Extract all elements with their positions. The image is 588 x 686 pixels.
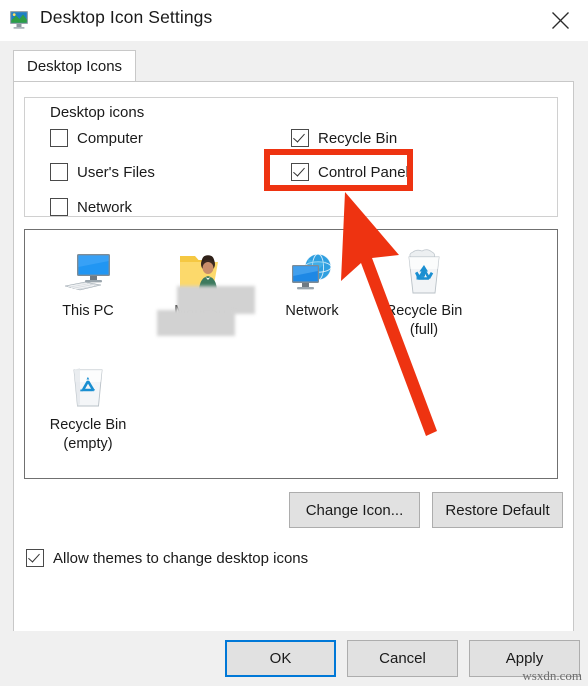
preview-item-recycle-bin-empty[interactable]: Recycle Bin (empty) <box>30 356 146 454</box>
preview-item-recycle-bin-full[interactable]: Recycle Bin (full) <box>366 242 482 340</box>
redaction-block <box>157 310 235 336</box>
ok-button[interactable]: OK <box>225 640 336 677</box>
icon-preview-panel[interactable]: This PC Mahesh <box>24 229 558 479</box>
watermark: wsxdn.com <box>522 668 582 683</box>
checkbox-box[interactable] <box>291 129 309 147</box>
checkbox-box[interactable] <box>50 198 68 216</box>
preview-item-network[interactable]: Network <box>254 242 370 321</box>
change-icon-button[interactable]: Change Icon... <box>289 492 420 528</box>
checkbox-control-panel[interactable]: Control Panel <box>291 163 409 181</box>
dialog-footer: OK Cancel Apply wsxdn.com <box>0 631 588 686</box>
preview-caption: Recycle Bin (full) <box>385 303 463 338</box>
checkbox-label: Control Panel <box>318 163 409 181</box>
checkbox-recycle-bin[interactable]: Recycle Bin <box>291 129 397 147</box>
button-label: OK <box>269 650 292 667</box>
preview-caption: Recycle Bin (empty) <box>49 417 127 452</box>
desktop-icons-groupbox: Desktop icons Computer User's Files Netw… <box>24 97 558 217</box>
tab-label: Desktop Icons <box>27 58 123 75</box>
close-icon[interactable] <box>532 0 588 41</box>
checkbox-label: Recycle Bin <box>318 129 398 147</box>
restore-default-button[interactable]: Restore Default <box>432 492 563 528</box>
title-bar: Desktop Icon Settings <box>0 0 588 41</box>
button-label: Restore Default <box>445 501 550 519</box>
recycle-bin-empty-icon <box>30 356 146 410</box>
checkbox-computer[interactable]: Computer <box>50 129 143 147</box>
recycle-bin-full-icon <box>366 242 482 296</box>
tab-desktop-icons[interactable]: Desktop Icons <box>13 50 137 82</box>
dialog-body: Desktop Icons Desktop icons Computer Use… <box>0 41 588 636</box>
preview-caption: Network <box>285 303 339 319</box>
network-icon <box>254 242 370 296</box>
button-label: Change Icon... <box>305 501 404 519</box>
checkbox-label: Computer <box>77 129 143 147</box>
checkbox-label: User's Files <box>77 163 155 181</box>
checkbox-label: Allow themes to change desktop icons <box>53 549 309 567</box>
this-pc-icon <box>30 242 146 296</box>
checkbox-label: Network <box>77 198 133 216</box>
window-title: Desktop Icon Settings <box>40 7 213 27</box>
checkbox-box[interactable] <box>291 163 309 181</box>
desktop-icon-settings-window: Desktop Icon Settings Desktop Icons Desk… <box>0 0 588 686</box>
checkbox-box[interactable] <box>26 549 44 567</box>
tab-panel-desktop-icons: Desktop icons Computer User's Files Netw… <box>13 81 574 636</box>
preview-item-this-pc[interactable]: This PC <box>30 242 146 321</box>
button-label: Apply <box>505 650 544 667</box>
checkbox-users-files[interactable]: User's Files <box>50 163 155 181</box>
checkbox-box[interactable] <box>50 129 68 147</box>
button-label: Cancel <box>379 650 426 667</box>
checkbox-network[interactable]: Network <box>50 198 132 216</box>
preview-caption: This PC <box>62 303 114 319</box>
checkbox-allow-themes[interactable]: Allow themes to change desktop icons <box>26 549 308 567</box>
cancel-button[interactable]: Cancel <box>347 640 458 677</box>
checkbox-box[interactable] <box>50 163 68 181</box>
groupbox-legend: Desktop icons <box>45 104 150 121</box>
monitor-desktop-icon <box>8 8 32 32</box>
